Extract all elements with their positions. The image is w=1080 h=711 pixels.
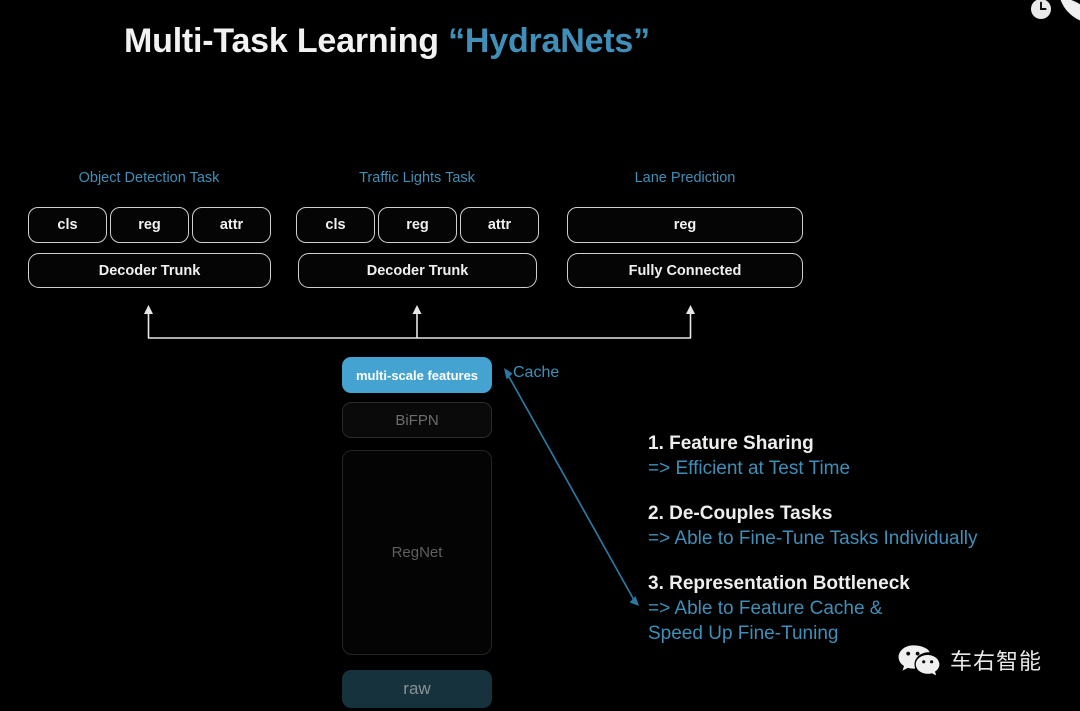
bullet-heading-1: 1. Feature Sharing xyxy=(648,433,814,454)
page-title: Multi-Task Learning “HydraNets” xyxy=(124,22,650,61)
page-title-main: Multi-Task Learning xyxy=(124,22,449,60)
list-item: 1. Feature Sharing => Efficient at Test … xyxy=(648,431,1068,481)
bullet-sub-1a: => Efficient at Test Time xyxy=(648,458,851,479)
head-box-attr-traffic[interactable]: attr xyxy=(460,207,539,243)
bullet-sub-3a: => Able to Feature Cache & xyxy=(648,598,883,619)
head-box-cls-detection[interactable]: cls xyxy=(28,207,107,243)
watermark: 车右智能 xyxy=(897,643,1042,677)
slide-root: Multi-Task Learning “HydraNets” Object D… xyxy=(0,0,1080,711)
leaf-icon xyxy=(1060,0,1080,21)
head-box-reg-traffic[interactable]: reg xyxy=(378,207,457,243)
clock-icon xyxy=(1031,0,1051,19)
task-label-object-detection: Object Detection Task xyxy=(78,170,220,186)
task-label-traffic-lights: Traffic Lights Task xyxy=(359,170,475,186)
bifpn-box[interactable]: BiFPN xyxy=(342,402,492,438)
cache-label: Cache xyxy=(513,364,560,381)
trunk-box-detection[interactable]: Decoder Trunk xyxy=(28,253,271,288)
regnet-box[interactable]: RegNet xyxy=(342,450,492,655)
head-box-reg-lane[interactable]: reg xyxy=(567,207,803,243)
multi-scale-features-box[interactable]: multi-scale features xyxy=(342,357,492,393)
bullet-heading-3: 3. Representation Bottleneck xyxy=(648,573,910,594)
raw-input-box[interactable]: raw xyxy=(342,670,492,708)
benefits-list: 1. Feature Sharing => Efficient at Test … xyxy=(648,431,1068,646)
bullet-sub-2a: => Able to Fine-Tune Tasks Individually xyxy=(648,528,978,549)
wechat-logo-icon xyxy=(898,645,940,676)
list-item: 3. Representation Bottleneck => Able to … xyxy=(648,571,1068,646)
watermark-text: 车右智能 xyxy=(950,649,1043,674)
head-box-attr-detection[interactable]: attr xyxy=(192,207,271,243)
head-box-reg-detection[interactable]: reg xyxy=(110,207,189,243)
head-box-cls-traffic[interactable]: cls xyxy=(296,207,375,243)
list-item: 2. De-Couples Tasks => Able to Fine-Tune… xyxy=(648,501,1068,551)
trunk-box-lane[interactable]: Fully Connected xyxy=(567,253,803,288)
bullet-heading-2: 2. De-Couples Tasks xyxy=(648,503,833,524)
task-label-lane-prediction: Lane Prediction xyxy=(634,170,736,186)
trunk-box-traffic[interactable]: Decoder Trunk xyxy=(298,253,537,288)
page-title-accent: “HydraNets” xyxy=(448,22,650,60)
